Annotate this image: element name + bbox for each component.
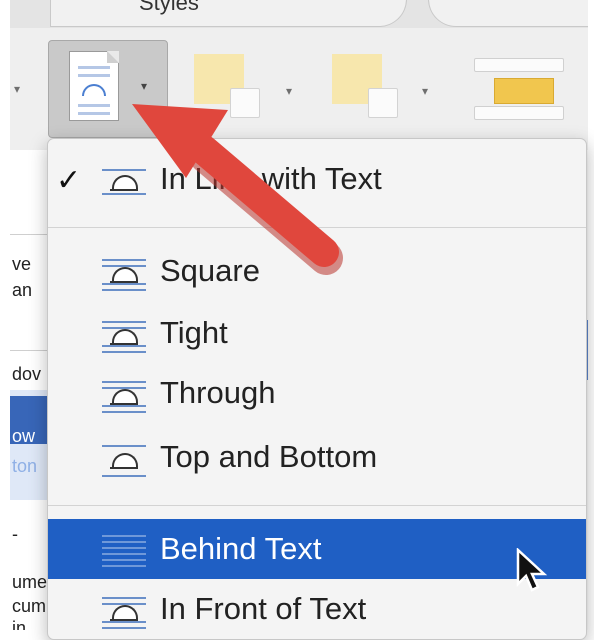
mouse-pointer-icon: [516, 548, 548, 592]
annotation-arrow-icon: [132, 104, 343, 275]
